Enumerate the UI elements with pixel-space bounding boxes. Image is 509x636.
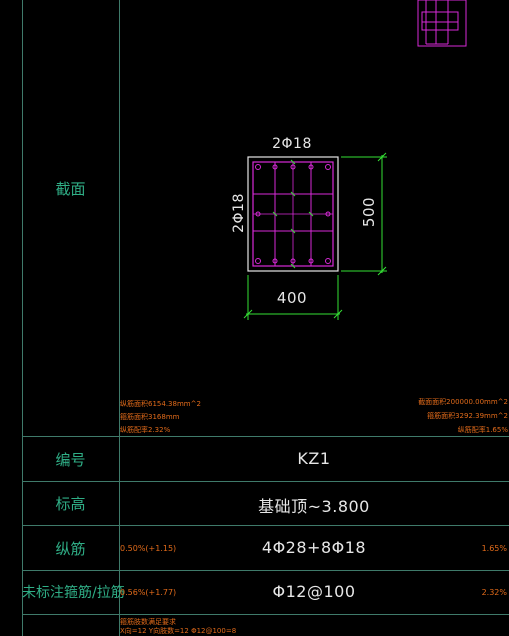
row-divider <box>22 436 509 437</box>
elevation-value[interactable]: 基础顶~3.800 <box>119 493 509 517</box>
longitudinal-right-pct: 1.65% <box>481 544 507 553</box>
width-dimension-label[interactable]: 400 <box>262 289 322 307</box>
column-number-value[interactable]: KZ1 <box>119 449 509 468</box>
row-divider <box>22 525 509 526</box>
note-left-2: 箍筋面积3168mm <box>120 413 180 421</box>
adjacent-section-drawing[interactable] <box>410 0 470 50</box>
note-left-1: 纵筋面积6154.38mm^2 <box>120 400 201 408</box>
height-dimension-label[interactable]: 500 <box>360 182 378 242</box>
row-divider <box>22 614 509 615</box>
note-bottom-2: X向=12 Y向肢数=12 Φ12@100=8 <box>120 627 237 635</box>
stirrup-label: 未标注箍筋/拉筋 <box>22 585 125 601</box>
longitudinal-value[interactable]: 4Φ28+8Φ18 <box>119 538 509 557</box>
number-label: 编号 <box>55 451 86 469</box>
stirrup-value[interactable]: Φ12@100 <box>119 582 509 601</box>
section-label: 截面 <box>55 180 86 198</box>
elevation-label: 标高 <box>55 495 86 513</box>
note-right-3: 纵筋配率1.65% <box>457 426 508 434</box>
side-rebar-label[interactable]: 2Φ18 <box>231 183 247 243</box>
row-divider <box>22 481 509 482</box>
note-bottom-1: 箍筋肢数满足要求 <box>120 618 176 626</box>
longitudinal-left-pct: 0.50%(+1.15) <box>120 544 177 553</box>
longitudinal-label: 纵筋 <box>55 540 86 558</box>
row-divider <box>22 570 509 571</box>
top-rebar-label[interactable]: 2Φ18 <box>262 136 322 152</box>
note-right-1: 截面面积200000.00mm^2 <box>418 398 508 406</box>
stirrup-left-pct: 0.56%(+1.77) <box>120 588 177 597</box>
stirrup-right-pct: 2.32% <box>481 588 507 597</box>
note-right-2: 箍筋面积3292.39mm^2 <box>427 412 508 420</box>
note-left-3: 纵筋配率2.32% <box>120 426 171 434</box>
